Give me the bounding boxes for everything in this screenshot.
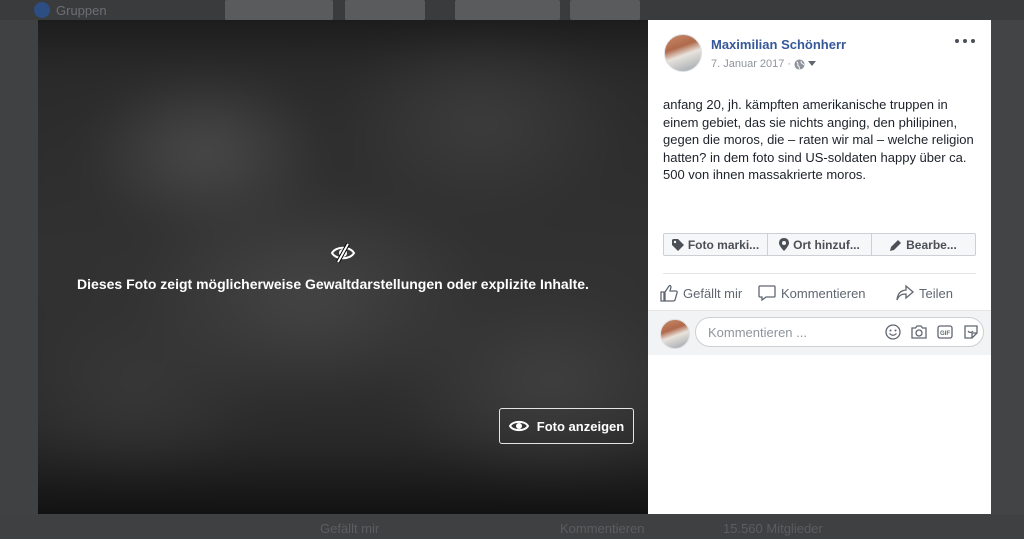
show-photo-button[interactable]: Foto anzeigen [499, 408, 634, 444]
post-meta: 7. Januar 2017 · [711, 58, 817, 70]
author-avatar[interactable] [664, 34, 702, 72]
background-comment: Kommentieren [560, 521, 645, 536]
thumbs-up-icon [660, 284, 678, 302]
background-bottom-bar: Gefällt mir Kommentieren 15.560 Mitglied… [0, 515, 1024, 539]
edit-label: Bearbe... [906, 237, 957, 252]
chevron-down-icon[interactable] [808, 61, 817, 67]
comment-placeholder: Kommentieren ... [708, 324, 807, 340]
post-text: anfang 20, jh. kämpften amerikanische tr… [663, 97, 974, 182]
background-like: Gefällt mir [320, 521, 380, 536]
meta-separator: · [787, 58, 792, 70]
dot [955, 39, 959, 43]
tag-photo-button[interactable]: Foto marki... [664, 234, 768, 255]
groups-icon [34, 2, 50, 18]
comment-label: Kommentieren [781, 285, 866, 301]
eye-icon [508, 420, 529, 432]
gif-icon[interactable]: GIF [937, 324, 953, 340]
globe-icon[interactable] [794, 58, 805, 70]
comment-composer: Kommentieren ... GIF [648, 310, 991, 355]
background-thumbnail [455, 0, 560, 20]
tag-icon [671, 238, 684, 251]
background-thumbnail [225, 0, 333, 20]
user-avatar[interactable] [660, 319, 690, 349]
location-pin-icon [779, 238, 790, 251]
reaction-bar: Gefällt mir Kommentieren Teilen [660, 283, 980, 303]
comment-button[interactable]: Kommentieren [758, 284, 896, 302]
sticker-icon[interactable] [963, 324, 979, 340]
edit-button[interactable]: Bearbe... [872, 234, 975, 255]
photo-stage: Dieses Foto zeigt möglicherweise Gewaltd… [38, 20, 648, 514]
like-button[interactable]: Gefällt mir [660, 284, 758, 302]
dot [963, 39, 967, 43]
eye-slash-icon [330, 243, 356, 263]
sensitive-content-warning: Dieses Foto zeigt möglicherweise Gewaltd… [77, 276, 589, 292]
camera-icon[interactable] [911, 324, 927, 340]
background-members: 15.560 Mitglieder [723, 521, 823, 536]
pencil-icon [890, 239, 902, 251]
background-thumbnail [570, 0, 640, 20]
tag-photo-label: Foto marki... [687, 237, 760, 252]
add-location-button[interactable]: Ort hinzuf... [768, 234, 872, 255]
svg-text:GIF: GIF [940, 331, 950, 337]
comment-bubble-icon [758, 285, 776, 302]
smiley-icon[interactable] [885, 324, 901, 340]
photo-actions-row: Foto marki... Ort hinzuf... Bearbe... [663, 233, 976, 256]
add-location-label: Ort hinzuf... [793, 237, 860, 252]
share-label: Teilen [919, 285, 953, 301]
share-arrow-icon [896, 284, 914, 301]
author-name[interactable]: Maximilian Schönherr [711, 37, 846, 52]
background-thumbnail [345, 0, 425, 20]
post-date[interactable]: 7. Januar 2017 [711, 58, 784, 70]
background-groups-link: Gruppen [34, 2, 107, 18]
background-right-column [990, 20, 1024, 539]
post-panel: Maximilian Schönherr 7. Januar 2017 · an… [648, 20, 991, 514]
background-photo-strip [0, 0, 1024, 20]
more-options-button[interactable] [955, 34, 975, 48]
like-label: Gefällt mir [683, 285, 743, 301]
groups-label: Gruppen [56, 2, 107, 18]
divider [663, 273, 976, 274]
comment-attachment-icons: GIF [885, 324, 979, 340]
dot [971, 39, 975, 43]
show-photo-label: Foto anzeigen [536, 418, 625, 434]
share-button[interactable]: Teilen [896, 284, 976, 302]
